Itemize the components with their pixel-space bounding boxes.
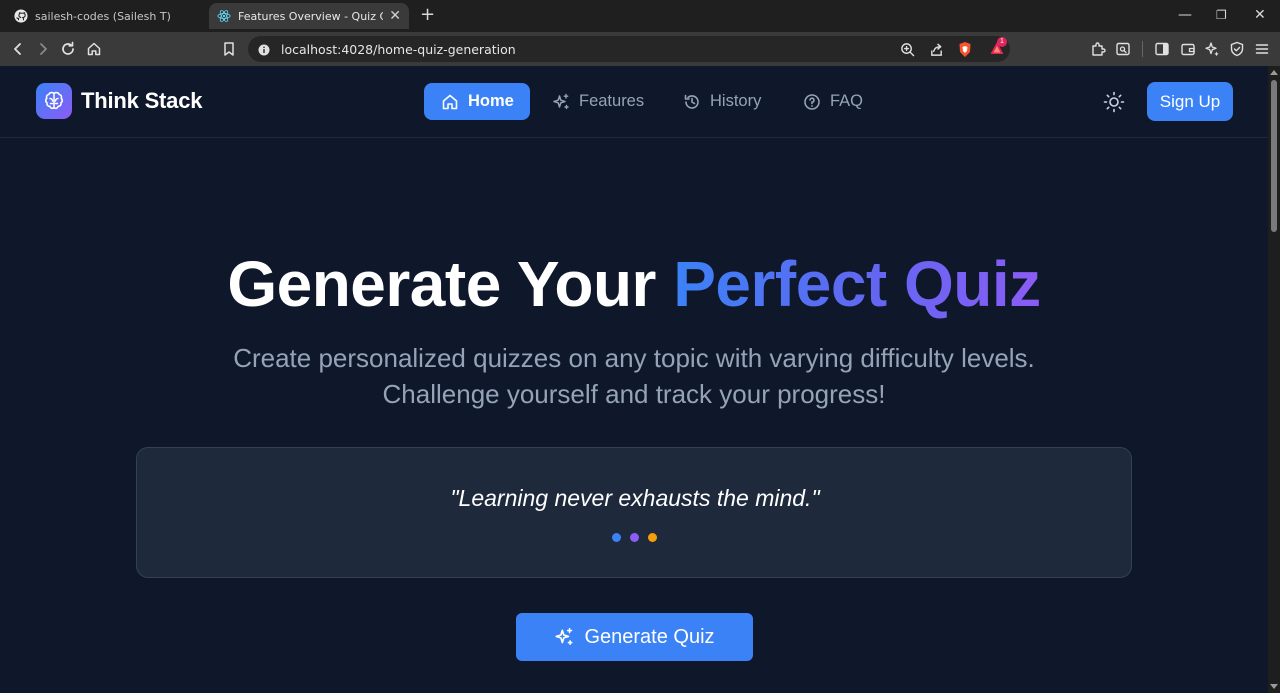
sun-icon[interactable] [1102, 90, 1126, 114]
nav-history[interactable]: History [666, 83, 778, 120]
reload-icon[interactable] [59, 40, 77, 58]
site-info-icon[interactable] [258, 43, 270, 61]
quote-dot [612, 533, 621, 542]
browser-toolbar: localhost:4028/home-quiz-generation 1 [0, 32, 1280, 66]
menu-icon[interactable] [1253, 40, 1271, 58]
sign-up-button[interactable]: Sign Up [1147, 82, 1233, 121]
zoom-icon[interactable] [898, 40, 916, 58]
extensions-icon[interactable] [1089, 40, 1107, 58]
quote-dots [612, 533, 657, 542]
nav-features[interactable]: Features [535, 83, 661, 120]
hero-title-highlight: Perfect Quiz [673, 248, 1041, 320]
close-tab-icon[interactable]: ✕ [389, 8, 401, 24]
scroll-thumb[interactable] [1271, 80, 1277, 232]
nav-features-label: Features [579, 92, 645, 110]
page-content: Think Stack Home Features History FAQ Si… [0, 66, 1268, 693]
nav-faq[interactable]: FAQ [786, 83, 880, 120]
brave-rewards-icon[interactable]: 1 [986, 37, 1008, 57]
forward-icon[interactable] [34, 40, 52, 58]
quote-dot [630, 533, 639, 542]
nav-home-label: Home [468, 92, 514, 110]
quote-card: "Learning never exhausts the mind." [136, 447, 1132, 578]
browser-tab-bar: sailesh-codes (Sailesh T) Features Overv… [0, 0, 1280, 32]
hero-title-plain: Generate Your [227, 248, 674, 320]
help-circle-icon [803, 93, 821, 111]
page-scrollbar[interactable] [1268, 66, 1280, 693]
leo-ai-icon[interactable] [1203, 40, 1221, 58]
share-icon[interactable] [927, 40, 945, 58]
browser-tab-active[interactable]: Features Overview - Quiz Genera ✕ [209, 3, 409, 29]
back-icon[interactable] [9, 40, 27, 58]
restore-button[interactable]: ❐ [1216, 6, 1227, 24]
quote-dot [648, 533, 657, 542]
url-text: localhost:4028/home-quiz-generation [281, 42, 516, 57]
toolbar-divider [1142, 41, 1143, 57]
sparkles-icon [552, 93, 570, 111]
new-tab-button[interactable]: + [420, 6, 435, 24]
close-window-button[interactable]: ✕ [1254, 6, 1266, 24]
brand-name[interactable]: Think Stack [81, 88, 202, 114]
address-bar[interactable]: localhost:4028/home-quiz-generation 1 [248, 36, 1010, 62]
quote-text: "Learning never exhausts the mind." [450, 485, 820, 511]
wallet-icon[interactable] [1179, 40, 1197, 58]
minimize-button[interactable]: — [1178, 6, 1192, 24]
bookmark-icon[interactable] [220, 40, 238, 58]
generate-quiz-label: Generate Quiz [584, 625, 715, 648]
scroll-up-arrow[interactable] [1270, 70, 1278, 75]
browser-tab-github[interactable]: sailesh-codes (Sailesh T) [6, 3, 202, 29]
site-navbar: Think Stack Home Features History FAQ Si… [0, 66, 1268, 138]
tab-title: Features Overview - Quiz Genera [238, 9, 383, 23]
notification-badge: 1 [997, 37, 1007, 47]
reader-mode-icon[interactable] [1114, 40, 1132, 58]
tab-title: sailesh-codes (Sailesh T) [35, 9, 171, 23]
home-browser-icon[interactable] [85, 40, 103, 58]
sidebar-icon[interactable] [1153, 40, 1171, 58]
brave-shields-icon[interactable] [956, 40, 974, 58]
brain-logo-icon[interactable] [36, 83, 72, 119]
generate-quiz-button[interactable]: Generate Quiz [516, 613, 753, 661]
sparkles-icon [554, 627, 574, 647]
react-icon [217, 9, 231, 23]
hero-subtitle: Create personalized quizzes on any topic… [233, 343, 1035, 409]
nav-home[interactable]: Home [424, 83, 530, 120]
github-icon [14, 9, 28, 23]
nav-faq-label: FAQ [830, 92, 864, 110]
vpn-icon[interactable] [1228, 40, 1246, 58]
home-icon [441, 93, 459, 111]
nav-history-label: History [710, 92, 762, 110]
hero-title: Generate Your Perfect Quiz [0, 246, 1268, 322]
history-icon [683, 93, 701, 111]
scroll-down-arrow[interactable] [1270, 684, 1278, 689]
